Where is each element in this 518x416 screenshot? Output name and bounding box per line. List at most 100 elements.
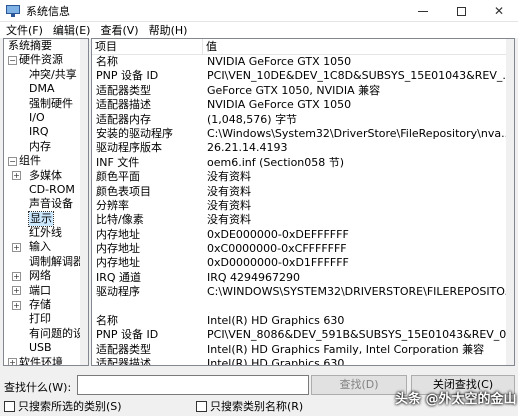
tree-item[interactable]: USB bbox=[4, 341, 88, 355]
list-row[interactable]: 分辨率 没有资料 bbox=[92, 199, 514, 213]
details-list[interactable]: 项目 值 名称 NVIDIA GeForce GTX 1050 PNP 设备 ID P… bbox=[91, 38, 515, 366]
close-button[interactable]: ✕ bbox=[480, 0, 518, 22]
item-cell: 驱动程序 bbox=[96, 285, 140, 299]
expand-icon[interactable]: + bbox=[12, 171, 21, 181]
tree-item[interactable]: 显示 bbox=[4, 210, 88, 228]
tree-item-label: I/O bbox=[29, 110, 45, 124]
list-row[interactable]: PNP 设备 ID PCI\VEN_8086&DEV_591B&SUBSYS_15… bbox=[92, 328, 514, 342]
tree-item[interactable]: − 组件 bbox=[4, 154, 88, 168]
tree-item[interactable]: + 存储 bbox=[4, 298, 88, 312]
value-cell: NVIDIA GeForce GTX 1050 bbox=[207, 98, 352, 112]
tree-item[interactable]: 有问题的设 bbox=[4, 327, 88, 341]
tree-item[interactable]: + 软件环境 bbox=[4, 355, 88, 366]
value-cell: 0xC0000000-0xCFFFFFFF bbox=[207, 242, 347, 256]
tree-item-label: 声音设备 bbox=[29, 197, 73, 211]
tree-item[interactable]: IRQ bbox=[4, 125, 88, 139]
close-icon: ✕ bbox=[493, 4, 505, 18]
tree-item[interactable]: CD-ROM bbox=[4, 183, 88, 197]
expand-icon[interactable]: + bbox=[12, 242, 21, 252]
list-scrollbar[interactable] bbox=[506, 39, 514, 365]
checkbox-box[interactable] bbox=[4, 400, 15, 412]
expand-icon[interactable]: + bbox=[12, 300, 21, 310]
window-title: 系统信息 bbox=[26, 4, 70, 18]
menu-view[interactable]: 查看(V) bbox=[100, 22, 138, 38]
window-controls: ✕ bbox=[404, 0, 518, 22]
tree-item[interactable]: − 硬件资源 bbox=[4, 53, 88, 67]
value-cell: Intel(R) HD Graphics Family, Intel Corpo… bbox=[207, 342, 485, 356]
list-row[interactable]: 名称 Intel(R) HD Graphics 630 bbox=[92, 314, 514, 328]
column-header-value[interactable]: 值 bbox=[203, 39, 503, 55]
list-row[interactable]: 内存地址 0xC0000000-0xCFFFFFFF bbox=[92, 242, 514, 256]
item-cell: 适配器类型 bbox=[96, 342, 151, 356]
minimize-button[interactable] bbox=[404, 0, 442, 22]
only-category-names-checkbox[interactable]: 只搜索类别名称(R) bbox=[196, 399, 303, 413]
menu-file[interactable]: 文件(F) bbox=[6, 22, 43, 38]
value-cell: 没有资料 bbox=[207, 170, 251, 184]
list-row[interactable]: 内存地址 0xDE000000-0xDEFFFFFF bbox=[92, 228, 514, 242]
tree-item[interactable]: I/O bbox=[4, 111, 88, 125]
tree-item-label: 显示 bbox=[28, 210, 54, 228]
value-cell: NVIDIA GeForce GTX 1050 bbox=[207, 55, 352, 68]
value-cell: C:\WINDOWS\SYSTEM32\DRIVERSTORE\FILEREPO… bbox=[207, 285, 507, 299]
list-row[interactable]: PNP 设备 ID PCI\VEN_10DE&DEV_1C8D&SUBSYS_15… bbox=[92, 69, 514, 83]
tree-item[interactable]: + 网络 bbox=[4, 269, 88, 283]
expand-icon[interactable]: + bbox=[12, 271, 21, 281]
tree-item[interactable]: 强制硬件 bbox=[4, 97, 88, 111]
tree-item[interactable]: 打印 bbox=[4, 312, 88, 326]
collapse-icon[interactable]: − bbox=[8, 55, 17, 65]
checkbox-box[interactable] bbox=[196, 400, 207, 412]
tree-item[interactable]: + 多媒体 bbox=[4, 169, 88, 183]
list-row[interactable]: 适配器类型 Intel(R) HD Graphics Family, Intel … bbox=[92, 343, 514, 357]
tree-scrollbar[interactable] bbox=[80, 39, 88, 365]
title-bar: 系统信息 ✕ bbox=[0, 0, 518, 22]
item-cell: 内存地址 bbox=[96, 256, 140, 270]
column-header-item[interactable]: 项目 bbox=[92, 39, 202, 55]
tree-item-label: 多媒体 bbox=[29, 168, 62, 182]
list-row[interactable]: 适配器内存 (1,048,576) 字节 bbox=[92, 113, 514, 127]
tree-item-label: USB bbox=[29, 341, 52, 355]
value-cell: (1,048,576) 字节 bbox=[207, 112, 298, 126]
tree-item-label: 网络 bbox=[29, 269, 51, 283]
value-cell: 0xD0000000-0xD1FFFFFF bbox=[207, 256, 349, 270]
expand-icon[interactable]: + bbox=[8, 358, 17, 365]
list-row[interactable]: 内存地址 0xD0000000-0xD1FFFFFF bbox=[92, 256, 514, 270]
item-cell: PNP 设备 ID bbox=[96, 328, 159, 342]
tree-item[interactable]: 红外线 bbox=[4, 226, 88, 240]
find-button[interactable]: 查找(D) bbox=[311, 375, 407, 395]
value-cell: IRQ 4294967290 bbox=[207, 270, 301, 284]
tree-item[interactable]: 系统摘要 bbox=[4, 39, 88, 53]
item-cell: 安装的驱动程序 bbox=[96, 126, 173, 140]
list-row[interactable]: 适配器描述 Intel(R) HD Graphics 630 bbox=[92, 357, 514, 365]
category-tree[interactable]: 系统摘要 − 硬件资源 冲突/共享 DMA 强制硬件 I/O IRQ 内存 − 组件 + 多媒体 CD-R… bbox=[3, 38, 89, 366]
tree-item[interactable]: + 端口 bbox=[4, 284, 88, 298]
list-row[interactable]: 适配器描述 NVIDIA GeForce GTX 1050 bbox=[92, 98, 514, 112]
tree-item[interactable]: 冲突/共享 bbox=[4, 68, 88, 82]
list-row[interactable]: INF 文件 oem6.inf (Section058 节) bbox=[92, 156, 514, 170]
list-row[interactable]: 名称 NVIDIA GeForce GTX 1050 bbox=[92, 55, 514, 69]
tree-item[interactable]: 内存 bbox=[4, 140, 88, 154]
collapse-icon[interactable]: − bbox=[8, 156, 17, 166]
maximize-icon bbox=[456, 6, 466, 16]
list-row[interactable]: 比特/像素 没有资料 bbox=[92, 213, 514, 227]
tree-item-label: 硬件资源 bbox=[19, 53, 63, 67]
menu-help[interactable]: 帮助(H) bbox=[149, 22, 188, 38]
tree-item[interactable]: 调制解调器 bbox=[4, 255, 88, 269]
menu-edit[interactable]: 编辑(E) bbox=[53, 22, 91, 38]
expand-icon[interactable]: + bbox=[12, 286, 21, 296]
only-category-names-label: 只搜索类别名称(R) bbox=[210, 400, 304, 413]
list-row[interactable]: IRQ 通道 IRQ 4294967290 bbox=[92, 271, 514, 285]
list-row[interactable] bbox=[92, 300, 514, 314]
tree-item[interactable]: DMA bbox=[4, 82, 88, 96]
list-row[interactable]: 适配器类型 GeForce GTX 1050, NVIDIA 兼容 bbox=[92, 84, 514, 98]
find-input[interactable] bbox=[77, 375, 309, 395]
list-row[interactable]: 颜色平面 没有资料 bbox=[92, 170, 514, 184]
tree-item[interactable]: + 输入 bbox=[4, 240, 88, 254]
list-row[interactable]: 颜色表项目 没有资料 bbox=[92, 185, 514, 199]
tree-item[interactable]: 声音设备 bbox=[4, 197, 88, 211]
maximize-button[interactable] bbox=[442, 0, 480, 22]
list-row[interactable]: 驱动程序 C:\WINDOWS\SYSTEM32\DRIVERSTORE\FILE… bbox=[92, 285, 514, 299]
only-selected-category-checkbox[interactable]: 只搜索所选的类别(S) bbox=[4, 399, 122, 413]
tree-item-label: 软件环境 bbox=[19, 355, 63, 366]
list-row[interactable]: 驱动程序版本 26.21.14.4193 bbox=[92, 141, 514, 155]
list-row[interactable]: 安装的驱动程序 C:\Windows\System32\DriverStore\F… bbox=[92, 127, 514, 141]
